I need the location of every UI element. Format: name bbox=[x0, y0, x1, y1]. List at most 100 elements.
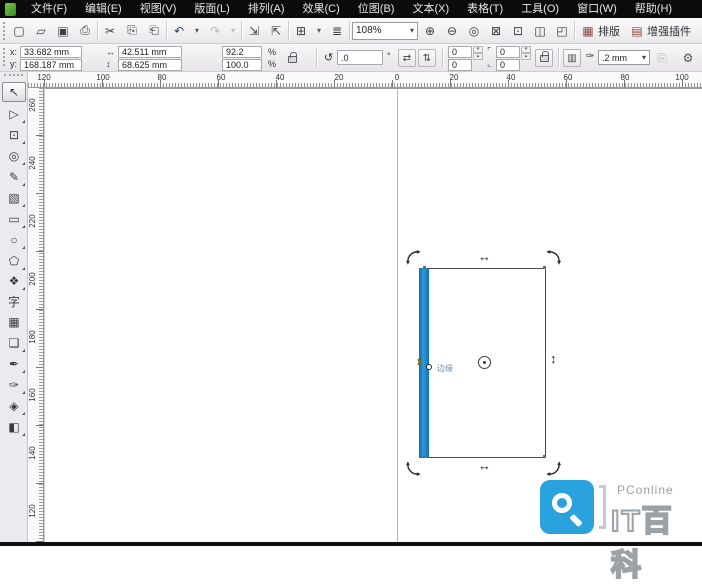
undo-dropdown-icon[interactable]: ▾ bbox=[191, 21, 203, 41]
spin-up-icon[interactable]: ▴ bbox=[473, 53, 483, 60]
plugin-button[interactable]: ▤ 增强插件 bbox=[626, 20, 695, 41]
rotation-handle-top-right[interactable] bbox=[546, 250, 561, 265]
zoom-width-icon[interactable]: ◰ bbox=[552, 21, 572, 41]
zoom-in-icon[interactable]: ⊕ bbox=[420, 21, 440, 41]
scale-lock-icon[interactable] bbox=[288, 52, 297, 63]
eyedropper-tool[interactable]: ✒ bbox=[2, 354, 26, 374]
pick-tool[interactable]: ↖ bbox=[2, 82, 26, 102]
options-icon[interactable]: ≣ bbox=[327, 21, 347, 41]
skew-handle-top-icon[interactable]: ↔ bbox=[478, 250, 491, 263]
corner-node[interactable] bbox=[543, 455, 546, 458]
cut-icon[interactable]: ✂ bbox=[100, 21, 120, 41]
fill-tool[interactable]: ◈ bbox=[2, 396, 26, 416]
toolbar-grip[interactable] bbox=[3, 48, 7, 66]
outline-pen-tool[interactable]: ✑ bbox=[2, 375, 26, 395]
width-field[interactable]: 42.511 mm bbox=[118, 46, 182, 58]
copy-icon[interactable]: ⎘ bbox=[122, 21, 142, 41]
corner-node[interactable] bbox=[423, 266, 426, 269]
menu-effects[interactable]: 效果(C) bbox=[294, 0, 349, 18]
export-icon[interactable]: ⇱ bbox=[266, 21, 286, 41]
import-icon[interactable]: ⇲ bbox=[244, 21, 264, 41]
rotation-center-icon[interactable] bbox=[478, 356, 491, 369]
corner-node[interactable] bbox=[543, 266, 546, 269]
new-icon[interactable]: ▢ bbox=[9, 21, 29, 41]
menu-file[interactable]: 文件(F) bbox=[22, 0, 76, 18]
redo-dropdown-icon[interactable]: ▾ bbox=[227, 21, 239, 41]
redo-icon[interactable]: ↷ bbox=[205, 21, 225, 41]
zoom-tool[interactable]: ◎ bbox=[2, 146, 26, 166]
corner-radius-br-field[interactable]: 0 bbox=[496, 59, 520, 71]
scale-h-field[interactable]: 92.2 bbox=[222, 46, 262, 58]
corner-spinner[interactable]: ▾ ▴ bbox=[521, 46, 531, 60]
paste-icon[interactable]: ⎗ bbox=[144, 21, 164, 41]
skew-handle-right-icon[interactable]: ↕ bbox=[550, 352, 557, 365]
skew-handle-bottom-icon[interactable]: ↔ bbox=[478, 459, 491, 472]
table-tool[interactable]: ▦ bbox=[2, 312, 26, 332]
freehand-tool[interactable]: ✎ bbox=[2, 167, 26, 187]
typeset-button[interactable]: ▦ 排版 bbox=[577, 20, 624, 41]
menu-bitmaps[interactable]: 位图(B) bbox=[349, 0, 404, 18]
width-icon: ↔ bbox=[106, 47, 115, 57]
spin-down-icon[interactable]: ▾ bbox=[473, 46, 483, 53]
zoom-level-combo[interactable]: 108% ▾ bbox=[352, 21, 418, 40]
crop-tool[interactable]: ⊡ bbox=[2, 125, 26, 145]
undo-icon[interactable]: ↶ bbox=[169, 21, 189, 41]
rotation-field[interactable]: .0 bbox=[337, 50, 383, 65]
zoom-selected-icon[interactable]: ⊠ bbox=[486, 21, 506, 41]
open-icon[interactable]: ▱ bbox=[31, 21, 51, 41]
outline-width-combo[interactable]: .2 mm ▾ bbox=[598, 50, 650, 65]
menu-window[interactable]: 窗口(W) bbox=[568, 0, 626, 18]
height-field[interactable]: 68.625 mm bbox=[118, 59, 182, 71]
menu-tools[interactable]: 工具(O) bbox=[512, 0, 568, 18]
blend-tool[interactable]: ❏ bbox=[2, 333, 26, 353]
rotation-handle-bottom-right[interactable] bbox=[546, 461, 561, 476]
corner-radius-tl-field[interactable]: 0 bbox=[448, 46, 472, 58]
zoom-all-icon[interactable]: ⊡ bbox=[508, 21, 528, 41]
ellipse-tool[interactable]: ○ bbox=[2, 230, 26, 250]
rotation-handle-bottom-left[interactable] bbox=[406, 461, 421, 476]
toolbox-grip[interactable] bbox=[4, 74, 23, 79]
menu-edit[interactable]: 编辑(E) bbox=[76, 0, 131, 18]
interactive-fill-tool[interactable]: ◧ bbox=[2, 417, 26, 437]
zoom-out-icon[interactable]: ⊖ bbox=[442, 21, 462, 41]
corner-spinner[interactable]: ▾ ▴ bbox=[473, 46, 483, 60]
basic-shapes-tool[interactable]: ❖ bbox=[2, 271, 26, 291]
toolbar-grip[interactable] bbox=[3, 21, 7, 40]
extra-button-1[interactable]: ⎘ bbox=[652, 48, 672, 68]
polygon-tool[interactable]: ⬠ bbox=[2, 251, 26, 271]
gear-icon[interactable]: ⚙ bbox=[678, 48, 698, 68]
corner-lock-button[interactable] bbox=[535, 49, 553, 67]
corner-radius-tr-field[interactable]: 0 bbox=[496, 46, 520, 58]
spin-up-icon[interactable]: ▴ bbox=[521, 53, 531, 60]
drawing-area[interactable] bbox=[44, 88, 702, 542]
shape-tool[interactable]: ▷ bbox=[2, 104, 26, 124]
menu-table[interactable]: 表格(T) bbox=[458, 0, 512, 18]
spin-down-icon[interactable]: ▾ bbox=[521, 46, 531, 53]
rectangle-tool[interactable]: ▭ bbox=[2, 209, 26, 229]
zoom-page-icon[interactable]: ◫ bbox=[530, 21, 550, 41]
x-position-field[interactable]: 33.682 mm bbox=[20, 46, 82, 58]
menu-text[interactable]: 文本(X) bbox=[403, 0, 458, 18]
corner-node[interactable] bbox=[423, 455, 426, 458]
text-tool[interactable]: 字 bbox=[2, 291, 26, 311]
wrap-text-button[interactable]: ▥ bbox=[563, 49, 581, 67]
print-icon[interactable]: ⎙ bbox=[75, 21, 95, 41]
y-position-field[interactable]: 168.187 mm bbox=[20, 59, 82, 71]
menu-view[interactable]: 视图(V) bbox=[131, 0, 186, 18]
menu-help[interactable]: 帮助(H) bbox=[626, 0, 681, 18]
zoom-actual-icon[interactable]: ◎ bbox=[464, 21, 484, 41]
scale-v-field[interactable]: 100.0 bbox=[222, 59, 262, 71]
mirror-vertical-button[interactable]: ⇅ bbox=[418, 49, 436, 67]
menu-arrange[interactable]: 排列(A) bbox=[239, 0, 294, 18]
app-launcher-dropdown-icon[interactable]: ▾ bbox=[313, 21, 325, 41]
mirror-horizontal-button[interactable]: ⇄ bbox=[398, 49, 416, 67]
menu-layout[interactable]: 版面(L) bbox=[185, 0, 238, 18]
rotation-handle-top-left[interactable] bbox=[406, 250, 421, 265]
freehand-tool-icon: ✎ bbox=[8, 170, 20, 184]
smart-fill-tool[interactable]: ▧ bbox=[2, 188, 26, 208]
edge-node[interactable] bbox=[426, 364, 432, 370]
app-launcher-icon[interactable]: ⊞ bbox=[291, 21, 311, 41]
save-icon[interactable]: ▣ bbox=[53, 21, 73, 41]
ruler-label: 0 bbox=[394, 73, 400, 82]
corner-radius-bl-field[interactable]: 0 bbox=[448, 59, 472, 71]
